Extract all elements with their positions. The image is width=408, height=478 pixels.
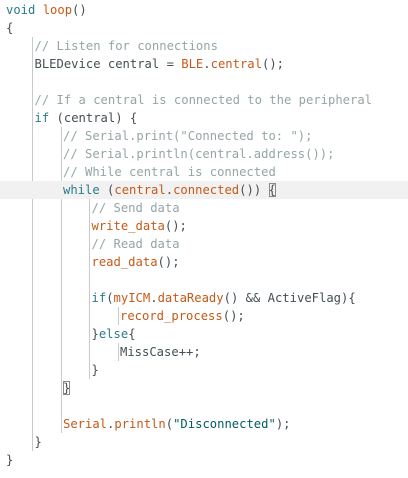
code-line[interactable]: // Serial.println(central.address());: [0, 145, 408, 163]
code-line[interactable]: [0, 73, 408, 91]
code-token: () && ActiveFlag){: [223, 291, 356, 305]
code-line[interactable]: [0, 271, 408, 289]
code-token: MissCase++;: [120, 345, 201, 359]
code-token: // Serial.print("Connected to: ");: [63, 129, 313, 143]
code-line-active[interactable]: while (central.connected()) {: [0, 181, 408, 199]
code-token: ();: [261, 57, 284, 71]
code-line[interactable]: read_data();: [0, 253, 408, 271]
code-line[interactable]: // If a central is connected to the peri…: [0, 91, 408, 109]
bracket-match: }: [63, 381, 71, 395]
code-token: void: [6, 3, 43, 17]
code-token: println: [114, 417, 166, 431]
code-line[interactable]: Serial.println("Disconnected");: [0, 415, 408, 433]
code-line[interactable]: // While central is connected: [0, 163, 408, 181]
code-token: }: [91, 327, 99, 341]
code-token: central: [114, 183, 166, 197]
code-line[interactable]: }: [0, 379, 408, 397]
code-token: ();: [164, 219, 187, 233]
code-line[interactable]: }: [0, 433, 408, 451]
code-token: connected: [173, 183, 240, 197]
code-token: (): [72, 3, 87, 17]
code-line[interactable]: // Send data: [0, 199, 408, 217]
code-token: // Send data: [91, 201, 180, 215]
code-token: .: [150, 291, 158, 305]
code-token: }: [6, 453, 14, 467]
code-token: Serial: [63, 417, 108, 431]
code-line[interactable]: record_process();: [0, 307, 408, 325]
code-token: // Serial.println(central.address());: [63, 147, 335, 161]
code-token: loop: [42, 3, 73, 17]
code-line[interactable]: }else{: [0, 325, 408, 343]
code-token: BLEDevice central =: [34, 57, 182, 71]
code-token: if: [91, 291, 107, 305]
code-token: .: [165, 183, 174, 197]
code-token: ();: [157, 255, 180, 269]
code-token: .: [203, 57, 211, 71]
code-line[interactable]: if(myICM.dataReady() && ActiveFlag){: [0, 289, 408, 307]
code-token: // While central is connected: [63, 165, 276, 179]
code-token: // Read data: [91, 237, 180, 251]
code-token: (: [165, 417, 174, 431]
code-token: }: [91, 363, 99, 377]
code-line[interactable]: }: [0, 451, 408, 469]
code-line[interactable]: [0, 397, 408, 415]
code-token: // If a central is connected to the peri…: [34, 93, 373, 107]
code-line[interactable]: if (central) {: [0, 109, 408, 127]
code-token: (: [99, 183, 115, 197]
code-line[interactable]: BLEDevice central = BLE.central();: [0, 55, 408, 73]
code-line[interactable]: // Serial.print("Connected to: ");: [0, 127, 408, 145]
code-token: {: [6, 21, 14, 35]
code-line[interactable]: // Listen for connections: [0, 37, 408, 55]
code-token: write_data: [91, 219, 165, 233]
code-line[interactable]: MissCase++;: [0, 343, 408, 361]
code-token: BLE: [181, 57, 204, 71]
code-token: // Listen for connections: [34, 39, 218, 53]
code-token: myICM: [113, 291, 151, 305]
code-token: while: [63, 183, 100, 197]
code-token: record_process: [120, 309, 223, 323]
code-token: read_data: [91, 255, 158, 269]
code-token: }: [34, 435, 42, 449]
code-token: if: [34, 111, 50, 125]
code-token: (: [106, 291, 114, 305]
code-line[interactable]: write_data();: [0, 217, 408, 235]
code-token: dataReady: [157, 291, 224, 305]
bracket-match: {: [268, 183, 276, 197]
code-token: ()): [239, 183, 269, 197]
code-token: );: [275, 417, 291, 431]
code-token: "Disconnected": [173, 417, 276, 431]
code-line[interactable]: }: [0, 361, 408, 379]
code-line[interactable]: // Read data: [0, 235, 408, 253]
code-token: central: [210, 57, 262, 71]
code-token: else: [98, 327, 129, 341]
code-line[interactable]: void loop(): [0, 1, 408, 19]
code-editor[interactable]: void loop() { // Listen for connections BLE…: [0, 0, 408, 478]
code-token: (central) {: [49, 111, 138, 125]
code-token: ();: [222, 309, 245, 323]
code-token: {: [128, 327, 136, 341]
code-line[interactable]: {: [0, 19, 408, 37]
